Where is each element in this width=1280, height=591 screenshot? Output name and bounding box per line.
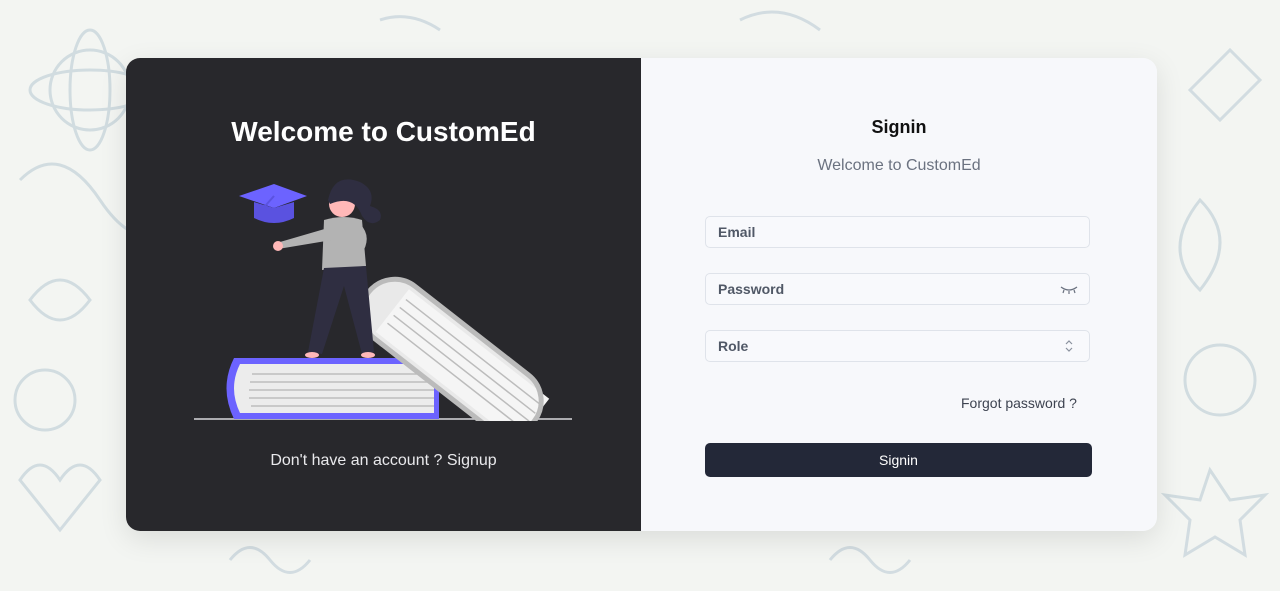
password-field[interactable]: Password xyxy=(705,273,1090,305)
welcome-panel: Welcome to CustomEd Don't have an accoun… xyxy=(126,58,641,531)
role-placeholder: Role xyxy=(718,338,749,354)
signin-panel: Signin Welcome to CustomEd Email Passwor… xyxy=(641,58,1157,531)
signin-title: Signin xyxy=(871,117,927,137)
graduation-illustration xyxy=(194,179,572,421)
chevron-up-down-icon xyxy=(1059,336,1079,356)
login-card: Welcome to CustomEd Don't have an accoun… xyxy=(126,58,1157,531)
forgot-password-link[interactable]: Forgot password ? xyxy=(961,395,1077,411)
role-select[interactable]: Role xyxy=(705,330,1090,362)
welcome-heading: Welcome to CustomEd xyxy=(231,116,536,147)
password-placeholder: Password xyxy=(718,281,785,297)
email-placeholder: Email xyxy=(718,224,756,240)
signup-link[interactable]: Don't have an account ? Signup xyxy=(126,452,641,470)
email-field[interactable]: Email xyxy=(705,216,1090,248)
signin-subtitle: Welcome to CustomEd xyxy=(817,157,981,174)
eye-closed-icon[interactable] xyxy=(1059,279,1079,299)
signin-button[interactable]: Signin xyxy=(705,443,1092,477)
